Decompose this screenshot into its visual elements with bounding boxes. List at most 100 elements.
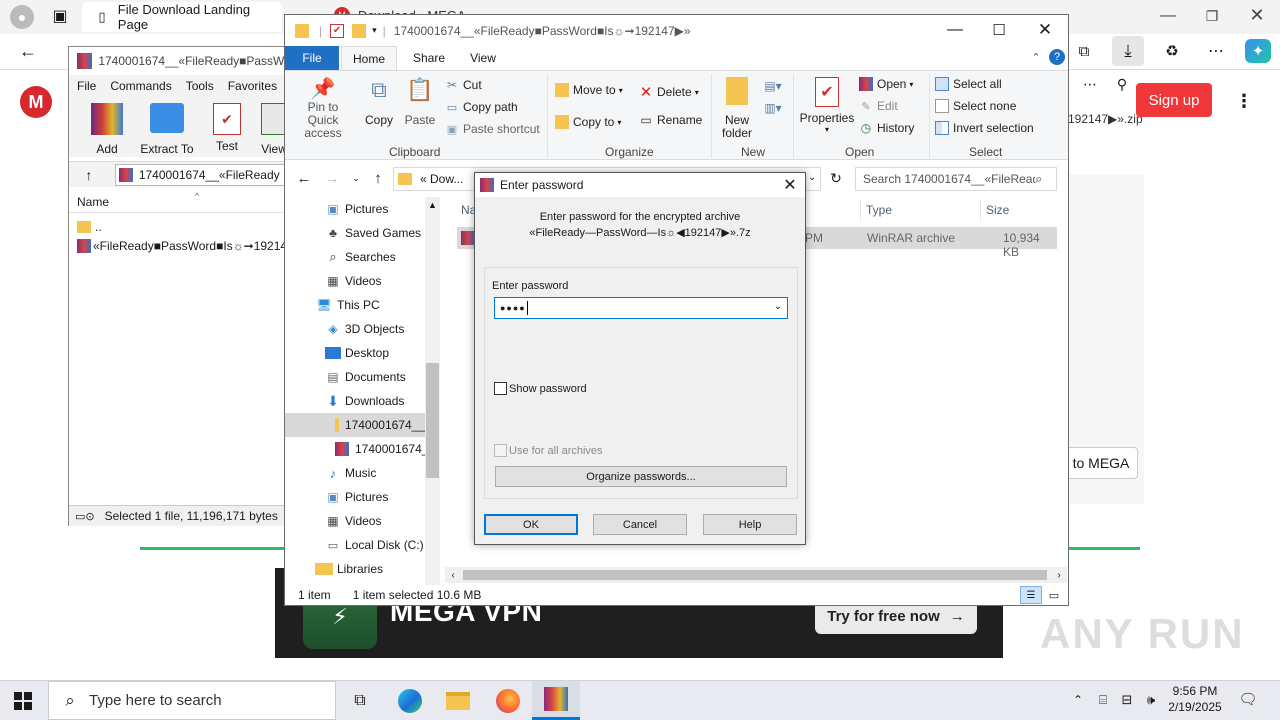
- select-none-button[interactable]: Select none: [935, 99, 1016, 113]
- test-button[interactable]: ✔ Test: [199, 103, 255, 153]
- newfolder-qa-icon[interactable]: [352, 23, 367, 38]
- menu-tools[interactable]: Tools: [186, 79, 214, 93]
- device-icon[interactable]: ⌸: [1094, 690, 1112, 710]
- download-more-icon[interactable]: ⋯: [1080, 74, 1100, 94]
- back-icon[interactable]: ←: [16, 40, 40, 62]
- history-button[interactable]: ◷ History: [859, 121, 915, 135]
- address-dropdown-icon[interactable]: ⌄: [808, 172, 816, 183]
- minimize-icon[interactable]: —: [1158, 6, 1178, 26]
- scroll-thumb[interactable]: [463, 570, 1047, 580]
- details-view-icon[interactable]: ☰: [1020, 586, 1042, 604]
- organize-passwords-button[interactable]: Organize passwords...: [495, 466, 787, 487]
- search-input[interactable]: Search 1740001674__«FileRead... ⌕: [855, 167, 1057, 191]
- download-filename[interactable]: 192147▶».zip: [1068, 112, 1143, 126]
- column-header-type[interactable]: Type: [866, 199, 892, 221]
- close-icon[interactable]: ✕: [1246, 4, 1268, 26]
- invert-selection-button[interactable]: Invert selection: [935, 121, 1034, 135]
- chevron-down-icon[interactable]: ⌄: [771, 301, 785, 312]
- cut-button[interactable]: ✂ Cut: [445, 76, 482, 94]
- column-header-name[interactable]: Name ^: [69, 191, 293, 213]
- password-field[interactable]: ●●●● ⌄: [494, 297, 788, 319]
- checkbox-box[interactable]: [494, 444, 507, 457]
- menu-file[interactable]: File: [77, 79, 96, 93]
- collapse-ribbon-icon[interactable]: ⌃: [1029, 50, 1043, 64]
- horizontal-scrollbar[interactable]: ‹ ›: [445, 567, 1067, 583]
- extract-to-button[interactable]: Extract To: [139, 103, 195, 156]
- scroll-right-icon[interactable]: ›: [1051, 567, 1067, 583]
- back-icon[interactable]: ←: [295, 169, 313, 187]
- tree-item-desktop[interactable]: Desktop: [325, 341, 389, 365]
- tab-actions-icon[interactable]: ▣: [50, 6, 70, 26]
- menu-favorites[interactable]: Favorites: [228, 79, 277, 93]
- extensions-icon[interactable]: ⧉: [1072, 40, 1096, 62]
- page-menu-icon[interactable]: ⋮: [1234, 90, 1254, 112]
- open-button[interactable]: Open ▾: [859, 77, 913, 91]
- cancel-button[interactable]: Cancel: [593, 514, 687, 535]
- ok-button[interactable]: OK: [484, 514, 578, 535]
- list-item[interactable]: ..: [69, 217, 293, 237]
- tab-home[interactable]: Home: [341, 46, 397, 70]
- close-icon[interactable]: ✕: [781, 176, 799, 194]
- tree-item-libraries[interactable]: Libraries: [315, 557, 383, 581]
- add-button[interactable]: Add: [79, 103, 135, 156]
- winrar-taskbar-icon[interactable]: [532, 681, 580, 720]
- checkbox-box[interactable]: [494, 382, 507, 395]
- copy-button[interactable]: ⧉ Copy: [361, 75, 397, 127]
- easy-access-icon[interactable]: ▥▾: [761, 99, 785, 117]
- copilot-icon[interactable]: ♻: [1160, 40, 1184, 62]
- edge-sidebar-icon[interactable]: ✦: [1245, 39, 1271, 63]
- firefox-taskbar-icon[interactable]: [484, 681, 532, 720]
- new-folder-button[interactable]: New folder: [717, 77, 757, 140]
- tree-item-pictures-pc[interactable]: ▣ Pictures: [325, 485, 388, 509]
- signup-button[interactable]: Sign up: [1136, 83, 1212, 117]
- start-windows-icon[interactable]: [12, 690, 34, 712]
- edge-taskbar-icon[interactable]: [386, 681, 434, 720]
- delete-button[interactable]: ✕ Delete ▾: [639, 83, 699, 101]
- tree-item-music[interactable]: ♪ Music: [325, 461, 377, 485]
- pin-quick-access-button[interactable]: 📌 Pin to Quick access: [291, 75, 355, 140]
- profile-avatar[interactable]: ●: [10, 5, 34, 29]
- network-icon[interactable]: ⊟: [1118, 690, 1136, 710]
- use-for-all-checkbox[interactable]: Use for all archives: [494, 444, 603, 457]
- scroll-thumb[interactable]: [426, 363, 439, 478]
- properties-qa-icon[interactable]: ✔: [330, 23, 345, 38]
- tree-item-searches[interactable]: ⌕ Searches: [325, 245, 395, 269]
- notifications-icon[interactable]: 🗨: [1238, 689, 1258, 709]
- scroll-left-icon[interactable]: ‹: [445, 567, 461, 583]
- tree-item-this-pc[interactable]: 🖥 This PC: [315, 293, 379, 317]
- up-arrow-icon[interactable]: ↑: [369, 169, 387, 187]
- menu-commands[interactable]: Commands: [110, 79, 171, 93]
- browser-tab-landing[interactable]: ▯ File Download Landing Page: [82, 2, 282, 32]
- to-mega-button[interactable]: to MEGA: [1064, 447, 1138, 479]
- large-icons-view-icon[interactable]: ▭: [1044, 586, 1064, 604]
- taskbar-search-box[interactable]: ⌕ Type here to search: [48, 681, 336, 720]
- qa-dropdown-icon[interactable]: ▾: [372, 25, 377, 36]
- new-item-icon[interactable]: ▤▾: [761, 77, 785, 95]
- select-all-button[interactable]: Select all: [935, 77, 1002, 91]
- task-view-icon[interactable]: ⧉: [336, 681, 384, 720]
- tree-item-pictures[interactable]: ▣ Pictures: [325, 197, 388, 221]
- tree-item-folder-selected[interactable]: 1740001674__: [285, 413, 425, 437]
- more-menu-icon[interactable]: ⋯: [1204, 40, 1228, 62]
- copy-path-button[interactable]: ▭ Copy path: [445, 98, 518, 116]
- move-to-button[interactable]: Move to ▾: [555, 83, 623, 97]
- mega-logo[interactable]: M: [20, 86, 52, 118]
- clock[interactable]: 9:56 PM 2/19/2025: [1164, 683, 1226, 715]
- pin-icon[interactable]: ⚲: [1112, 74, 1132, 94]
- help-icon[interactable]: ?: [1049, 49, 1065, 65]
- refresh-icon[interactable]: ↻: [827, 169, 845, 187]
- tree-item-archive[interactable]: 1740001674__: [335, 437, 435, 461]
- tab-view[interactable]: View: [463, 46, 503, 70]
- tree-item-documents[interactable]: ▤ Documents: [325, 365, 405, 389]
- maximize-icon[interactable]: ☐: [989, 21, 1009, 39]
- restore-icon[interactable]: ❐: [1202, 6, 1222, 26]
- rename-button[interactable]: ▭ Rename: [639, 113, 702, 127]
- minimize-icon[interactable]: —: [945, 21, 965, 39]
- copy-to-button[interactable]: Copy to ▾: [555, 115, 621, 129]
- column-header-size[interactable]: Size: [986, 199, 1009, 221]
- tree-item-local-disk[interactable]: ▭ Local Disk (C:): [325, 533, 424, 557]
- tree-item-downloads[interactable]: ⬇ Downloads: [325, 389, 404, 413]
- recent-dropdown-icon[interactable]: ⌄: [349, 169, 363, 187]
- show-password-checkbox[interactable]: Show password: [494, 382, 587, 395]
- file-explorer-taskbar-icon[interactable]: [434, 681, 482, 720]
